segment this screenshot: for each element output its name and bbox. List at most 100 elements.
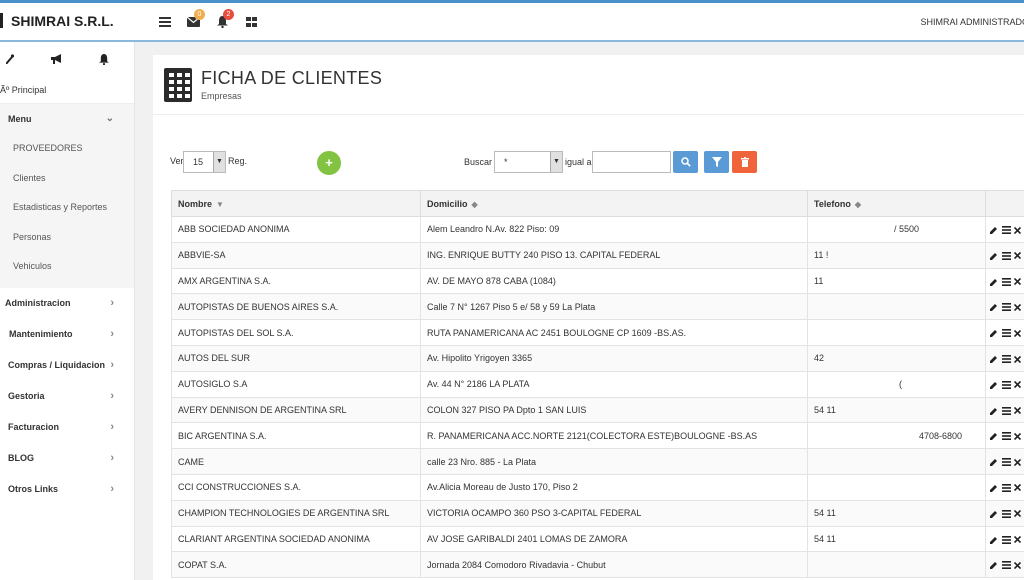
edit-icon[interactable] xyxy=(990,561,998,570)
sort-desc-icon: ▼ xyxy=(216,199,224,209)
table-row[interactable]: AVERY DENNISON DE ARGENTINA SRL COLON 32… xyxy=(171,396,1024,424)
menu-toggle[interactable]: Menu ⌄ xyxy=(0,104,134,134)
menu-icon[interactable] xyxy=(150,12,179,32)
list-icon[interactable] xyxy=(1001,432,1011,441)
sidebar-item-mantenimiento[interactable]: Mantenimiento › xyxy=(0,319,134,350)
brand[interactable]: SHIMRAI S.R.L. xyxy=(0,13,135,29)
grid-icon[interactable] xyxy=(237,12,266,32)
sidebar-item-compras[interactable]: Compras / Liquidacion › xyxy=(0,350,134,381)
edit-icon[interactable] xyxy=(990,226,998,235)
user-menu[interactable]: SHIMRAI ADMINISTRADO xyxy=(920,17,1024,27)
page-size-select[interactable]: 15 ▼ xyxy=(183,151,226,173)
list-icon[interactable] xyxy=(1001,303,1011,312)
notification-bell-icon[interactable] xyxy=(94,53,114,65)
list-icon[interactable] xyxy=(1001,458,1011,467)
column-label: Telefono xyxy=(814,198,851,209)
page-subtitle: Empresas xyxy=(201,91,242,101)
table-row[interactable]: AMX ARGENTINA S.A. AV. DE MAYO 878 CABA … xyxy=(171,267,1024,295)
table-row[interactable]: AUTOSIGLO S.A Av. 44 N° 2186 LA PLATA ( xyxy=(171,370,1024,398)
table-row[interactable]: CCI CONSTRUCCIONES S.A. Av.Alicia Moreau… xyxy=(171,473,1024,501)
edit-icon[interactable] xyxy=(990,329,998,338)
add-client-button[interactable]: + xyxy=(317,151,341,175)
edit-icon[interactable] xyxy=(990,303,998,312)
delete-icon[interactable] xyxy=(1014,329,1022,337)
sidebar-item-blog[interactable]: BLOG › xyxy=(0,443,134,474)
table-row[interactable]: ABBVIE-SA ING. ENRIQUE BUTTY 240 PISO 13… xyxy=(171,241,1024,269)
sidebar-item-principal[interactable]: Ãº Principal xyxy=(0,76,134,104)
delete-icon[interactable] xyxy=(1014,536,1022,544)
delete-icon[interactable] xyxy=(1014,355,1022,363)
list-icon[interactable] xyxy=(1001,535,1011,544)
table-row[interactable]: ABB SOCIEDAD ANONIMA Alem Leandro N.Av. … xyxy=(171,216,1024,243)
sidebar-item-facturacion[interactable]: Facturacion › xyxy=(0,412,134,443)
list-icon[interactable] xyxy=(1001,380,1011,389)
megaphone-icon[interactable] xyxy=(47,54,67,64)
edit-icon[interactable] xyxy=(990,510,998,518)
cell-nombre: ABBVIE-SA xyxy=(171,241,421,269)
list-icon[interactable] xyxy=(1001,329,1011,338)
list-icon[interactable] xyxy=(1001,509,1011,518)
search-button[interactable] xyxy=(673,151,698,173)
edit-icon[interactable] xyxy=(990,381,998,389)
column-header-nombre[interactable]: Nombre ▼ xyxy=(171,190,421,217)
clear-button[interactable] xyxy=(732,151,757,173)
sidebar-item-administracion[interactable]: Administracion › xyxy=(0,288,134,319)
sidebar-item-gestoria[interactable]: Gestoria › xyxy=(0,381,134,412)
chevron-right-icon: › xyxy=(110,482,114,495)
sidebar-item-clientes[interactable]: Clientes xyxy=(0,164,134,194)
delete-icon[interactable] xyxy=(1014,510,1022,518)
delete-icon[interactable] xyxy=(1014,278,1022,286)
delete-icon[interactable] xyxy=(1014,458,1022,466)
delete-icon[interactable] xyxy=(1014,407,1022,415)
list-icon[interactable] xyxy=(1001,251,1011,260)
table-row[interactable]: AUTOPISTAS DE BUENOS AIRES S.A. Calle 7 … xyxy=(171,293,1024,321)
edit-icon[interactable] xyxy=(990,432,998,441)
column-header-telefono[interactable]: Telefono ◆ xyxy=(807,190,986,217)
delete-icon[interactable] xyxy=(1014,226,1022,234)
list-icon[interactable] xyxy=(1001,483,1011,492)
list-icon[interactable] xyxy=(1001,406,1011,415)
edit-icon[interactable] xyxy=(990,484,998,492)
table-row[interactable]: CHAMPION TECHNOLOGIES DE ARGENTINA SRL V… xyxy=(171,499,1024,527)
table-row[interactable]: CAME calle 23 Nro. 885 - La Plata xyxy=(171,448,1024,475)
column-header-domicilio[interactable]: Domicilio ◆ xyxy=(420,190,808,217)
sidebar-item-otros-links[interactable]: Otros Links › xyxy=(0,474,134,505)
cell-nombre: BIC ARGENTINA S.A. xyxy=(171,422,421,450)
table-row[interactable]: AUTOPISTAS DEL SOL S.A. RUTA PANAMERICAN… xyxy=(171,319,1024,346)
table-row[interactable]: BIC ARGENTINA S.A. R. PANAMERICANA ACC.N… xyxy=(171,422,1024,450)
edit-icon[interactable] xyxy=(990,355,998,363)
delete-icon[interactable] xyxy=(1014,432,1022,440)
table-row[interactable]: CLARIANT ARGENTINA SOCIEDAD ANONIMA AV J… xyxy=(171,525,1024,553)
cell-nombre: CCI CONSTRUCCIONES S.A. xyxy=(171,473,421,501)
bell-badge: 2 xyxy=(223,9,234,20)
table-row[interactable]: COPAT S.A. Jornada 2084 Comodoro Rivadav… xyxy=(171,551,1024,579)
sidebar-item-personas[interactable]: Personas xyxy=(0,223,134,253)
list-icon[interactable] xyxy=(1001,355,1011,363)
delete-icon[interactable] xyxy=(1014,252,1022,260)
cell-nombre: ABB SOCIEDAD ANONIMA xyxy=(171,216,421,243)
edit-icon[interactable] xyxy=(990,278,998,286)
edit-icon[interactable] xyxy=(990,458,998,467)
search-field-select[interactable]: * ▼ xyxy=(494,151,563,173)
sidebar-item-estadisticas[interactable]: Estadisticas y Reportes xyxy=(0,193,134,223)
edit-icon[interactable] xyxy=(990,252,998,260)
sidebar-item-vehiculos[interactable]: Vehiculos xyxy=(0,252,134,282)
filter-button[interactable] xyxy=(704,151,729,173)
list-icon[interactable] xyxy=(1001,561,1011,570)
delete-icon[interactable] xyxy=(1014,303,1022,311)
list-icon[interactable] xyxy=(1001,226,1011,235)
delete-icon[interactable] xyxy=(1014,484,1022,492)
top-icons: 0 2 xyxy=(150,9,266,32)
search-input[interactable] xyxy=(592,151,671,173)
mail-icon[interactable]: 0 xyxy=(179,9,208,32)
wrench-icon[interactable] xyxy=(0,54,20,64)
bell-icon[interactable]: 2 xyxy=(208,9,237,32)
delete-icon[interactable] xyxy=(1014,381,1022,389)
edit-icon[interactable] xyxy=(990,536,998,544)
edit-icon[interactable] xyxy=(990,407,998,415)
cell-telefono: ( xyxy=(807,370,986,398)
list-icon[interactable] xyxy=(1001,277,1011,286)
table-row[interactable]: AUTOS DEL SUR Av. Hipolito Yrigoyen 3365… xyxy=(171,344,1024,372)
delete-icon[interactable] xyxy=(1014,561,1022,569)
sidebar-item-proveedores[interactable]: PROVEEDORES xyxy=(0,134,134,164)
